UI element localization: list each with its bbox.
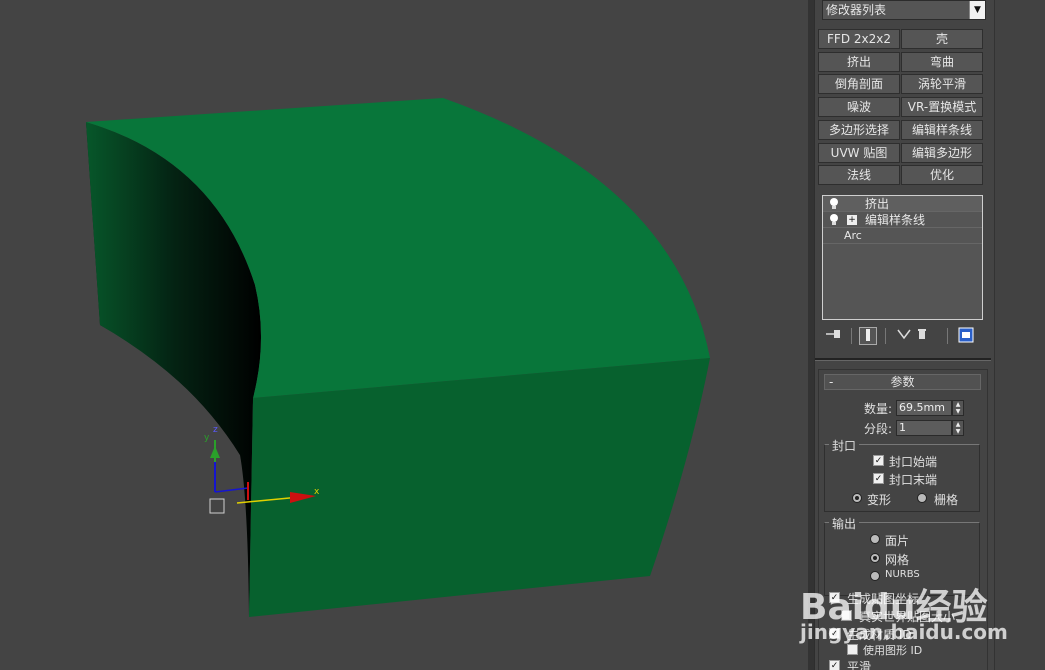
stack-item-label: 编辑样条线 — [865, 213, 926, 227]
dropdown-arrow-icon[interactable]: ▼ — [969, 1, 985, 19]
segments-input[interactable]: 1 — [896, 420, 952, 436]
grid-radio[interactable] — [917, 493, 927, 503]
modifier-stack[interactable]: 挤出 + 编辑样条线 Arc — [822, 195, 983, 320]
stack-item-label: Arc — [844, 229, 862, 242]
gizmo-axis-z-label: z — [213, 425, 218, 435]
smooth-label: 平滑 — [847, 660, 872, 670]
smooth-checkbox[interactable]: ✓ — [829, 660, 840, 670]
toolbar-separator — [851, 328, 852, 344]
capping-group: 封口 ✓ 封口始端 ✓ 封口末端 变形 栅格 — [824, 437, 980, 512]
spinner-arrows-icon[interactable]: ▲ ▼ — [952, 420, 964, 436]
use-shape-ids-label: 使用图形 ID — [863, 644, 923, 657]
stack-item-extrude[interactable]: 挤出 — [823, 196, 982, 212]
amount-input[interactable]: 69.5mm — [896, 400, 952, 416]
cap-end-checkbox[interactable]: ✓ — [873, 473, 884, 484]
cap-start-label: 封口始端 — [889, 455, 938, 469]
modifier-button-poly-select[interactable]: 多边形选择 — [818, 120, 900, 140]
modifier-button-shell[interactable]: 壳 — [901, 29, 983, 49]
mesh-radio[interactable] — [870, 553, 880, 563]
stack-item-label: 挤出 — [865, 197, 890, 211]
amount-label: 数量: — [864, 402, 893, 416]
stack-item-edit-spline[interactable]: + 编辑样条线 — [823, 212, 982, 228]
cap-end-label: 封口末端 — [889, 473, 938, 487]
toolbar-separator — [947, 328, 948, 344]
right-panel-strip — [994, 0, 1045, 670]
morph-radio[interactable] — [852, 493, 862, 503]
modifier-list-dropdown[interactable]: 修改器列表 ▼ — [822, 0, 986, 20]
cap-start-checkbox[interactable]: ✓ — [873, 455, 884, 466]
command-panel-modify: 修改器列表 ▼ FFD 2x2x2 壳 挤出 弯曲 倒角剖面 涡轮平滑 噪波 V… — [814, 0, 994, 670]
output-title: 输出 — [829, 515, 860, 532]
show-end-result-icon[interactable] — [859, 327, 877, 345]
modifier-button-uvw-map[interactable]: UVW 贴图 — [818, 143, 900, 163]
morph-label: 变形 — [867, 493, 892, 507]
amount-spinner[interactable]: 69.5mm ▲ ▼ — [896, 400, 966, 416]
stack-item-arc[interactable]: Arc — [823, 228, 982, 244]
parameters-rollout-header[interactable]: - 参数 — [824, 374, 981, 390]
viewport-canvas[interactable]: x y z — [0, 0, 808, 670]
segments-spinner[interactable]: 1 ▲ ▼ — [896, 420, 966, 436]
perspective-viewport[interactable]: x y z — [0, 0, 808, 670]
modifier-button-noise[interactable]: 噪波 — [818, 97, 900, 117]
stack-toolbar — [821, 326, 987, 348]
pin-stack-icon[interactable] — [825, 327, 843, 345]
remove-modifier-icon[interactable] — [913, 327, 931, 345]
modifier-button-edit-poly[interactable]: 编辑多边形 — [901, 143, 983, 163]
modifier-button-vr-displacement[interactable]: VR-置换模式 — [901, 97, 983, 117]
modifier-button-normal[interactable]: 法线 — [818, 165, 900, 185]
modifier-button-optimize[interactable]: 优化 — [901, 165, 983, 185]
expand-icon[interactable]: + — [847, 215, 857, 225]
capping-title: 封口 — [829, 437, 860, 454]
watermark-url: jingyan.baidu.com — [800, 620, 1008, 644]
modifier-button-ffd[interactable]: FFD 2x2x2 — [818, 29, 900, 49]
segments-label: 分段: — [864, 422, 893, 436]
grid-label: 栅格 — [934, 493, 959, 507]
modifier-button-edit-spline[interactable]: 编辑样条线 — [901, 120, 983, 140]
make-unique-icon[interactable] — [895, 327, 913, 345]
modifier-button-bevel-profile[interactable]: 倒角剖面 — [818, 74, 900, 94]
modifier-button-extrude[interactable]: 挤出 — [818, 52, 900, 72]
patch-label: 面片 — [885, 534, 910, 548]
toolbar-separator — [885, 328, 886, 344]
use-shape-ids-checkbox[interactable] — [847, 644, 858, 655]
modifier-button-turbosmooth[interactable]: 涡轮平滑 — [901, 74, 983, 94]
modifier-list-label: 修改器列表 — [826, 3, 887, 17]
mesh-label: 网格 — [885, 553, 910, 567]
gizmo-axis-y-label: y — [204, 433, 210, 443]
configure-sets-icon[interactable] — [957, 327, 975, 345]
patch-radio[interactable] — [870, 534, 880, 544]
modifier-button-bend[interactable]: 弯曲 — [901, 52, 983, 72]
panel-separator — [815, 358, 991, 361]
gizmo-axis-x-label: x — [314, 487, 320, 497]
parameters-title: 参数 — [890, 375, 915, 389]
collapse-icon[interactable]: - — [829, 375, 833, 389]
spinner-arrows-icon[interactable]: ▲ ▼ — [952, 400, 964, 416]
